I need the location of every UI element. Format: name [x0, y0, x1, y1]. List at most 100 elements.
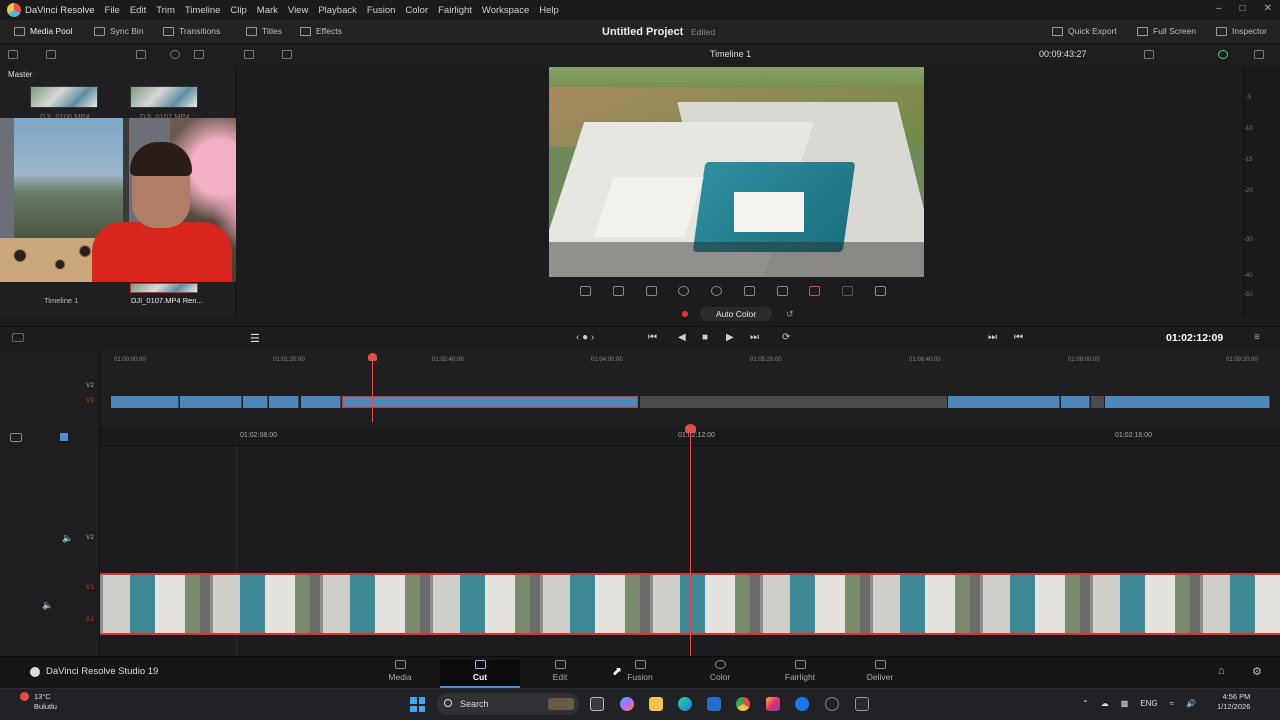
- audio-icon[interactable]: [842, 286, 853, 296]
- tray-app-icon[interactable]: ▩: [1121, 699, 1129, 708]
- menu-timeline[interactable]: Timeline: [185, 5, 221, 16]
- viewer-timeline-name[interactable]: Timeline 1: [710, 49, 751, 59]
- color-tag-icon[interactable]: [60, 433, 68, 441]
- page-fusion[interactable]: Fusion: [618, 660, 662, 682]
- store-icon[interactable]: [707, 697, 721, 711]
- menu-workspace[interactable]: Workspace: [482, 5, 529, 16]
- page-color[interactable]: Color: [698, 660, 742, 682]
- play-icon[interactable]: ▶: [726, 332, 734, 343]
- reset-icon[interactable]: ↺: [786, 309, 794, 320]
- home-icon[interactable]: ⌂: [1218, 665, 1225, 677]
- auto-color-button[interactable]: Auto Color: [700, 307, 772, 321]
- sync-icon[interactable]: [1218, 50, 1228, 59]
- page-fairlight[interactable]: Fairlight: [778, 660, 822, 682]
- timeline-options-icon[interactable]: ☰: [250, 332, 260, 345]
- page-deliver[interactable]: Deliver: [858, 660, 902, 682]
- app-taskbar-icon[interactable]: [855, 697, 869, 711]
- prev-clip-icon[interactable]: ‹ ● ›: [576, 332, 594, 343]
- menu-help[interactable]: Help: [539, 5, 559, 16]
- stabilization-icon[interactable]: [744, 286, 755, 296]
- page-cut[interactable]: Cut: [440, 660, 520, 686]
- crop-icon[interactable]: [613, 286, 624, 296]
- menu-clip[interactable]: Clip: [230, 5, 246, 16]
- clip-thumbnail[interactable]: [130, 283, 198, 293]
- composite-icon[interactable]: [678, 286, 689, 296]
- file-explorer-icon[interactable]: [649, 697, 663, 711]
- windows-start-icon[interactable]: [410, 697, 425, 712]
- stop-icon[interactable]: ■: [702, 332, 708, 343]
- task-view-icon[interactable]: [590, 697, 604, 711]
- speed-icon[interactable]: [711, 286, 722, 296]
- close-icon[interactable]: ✕: [1264, 3, 1272, 14]
- settings-gear-icon[interactable]: ⚙: [1252, 665, 1262, 678]
- track-mute-icon[interactable]: 🔈: [62, 533, 73, 544]
- next-edit-icon[interactable]: ⏭: [988, 332, 997, 343]
- instagram-icon[interactable]: [766, 697, 780, 711]
- master-bin-label[interactable]: Master: [8, 70, 32, 79]
- speaker-icon[interactable]: [1254, 50, 1264, 59]
- chrome-icon[interactable]: [736, 697, 750, 711]
- menu-color[interactable]: Color: [405, 5, 428, 16]
- timeline-clip[interactable]: [1061, 396, 1090, 408]
- tray-chevron-icon[interactable]: ⌃: [1082, 699, 1089, 708]
- viewer-mode-icon[interactable]: [1144, 50, 1154, 59]
- sort-icon[interactable]: [194, 50, 204, 59]
- transitions-button[interactable]: Transitions: [163, 26, 220, 36]
- page-edit[interactable]: Edit: [538, 660, 582, 682]
- menu-playback[interactable]: Playback: [318, 5, 357, 16]
- quick-export-button[interactable]: Quick Export: [1052, 26, 1117, 36]
- prev-edit-icon[interactable]: ⏮: [1014, 332, 1023, 343]
- clip-thumbnail[interactable]: [30, 86, 98, 108]
- effects-button[interactable]: Effects: [300, 26, 342, 36]
- timeline-gap[interactable]: [1091, 396, 1104, 408]
- menu-fairlight[interactable]: Fairlight: [438, 5, 472, 16]
- clip-icon[interactable]: [10, 433, 22, 442]
- tools-icon[interactable]: [12, 333, 24, 342]
- grid-view-icon[interactable]: [136, 50, 146, 59]
- language-indicator[interactable]: ENG: [1140, 699, 1157, 708]
- layout-icon[interactable]: [282, 50, 292, 59]
- copilot-icon[interactable]: [620, 697, 634, 711]
- menu-view[interactable]: View: [288, 5, 308, 16]
- weather-widget[interactable]: 13°C Bulutlu: [34, 692, 57, 712]
- go-to-end-icon[interactable]: ⏭: [750, 332, 759, 343]
- timeline-clip[interactable]: [1105, 396, 1270, 408]
- taskbar-search[interactable]: Search: [436, 693, 580, 715]
- timeline-clip[interactable]: [180, 396, 242, 408]
- timeline-clip-selected[interactable]: [342, 396, 638, 408]
- import-icon[interactable]: [46, 50, 56, 59]
- subtitle-icon[interactable]: [875, 286, 886, 296]
- timeline-clip[interactable]: [111, 396, 179, 408]
- resolve-taskbar-icon[interactable]: [825, 697, 839, 711]
- menu-mark[interactable]: Mark: [257, 5, 278, 16]
- playhead[interactable]: [690, 430, 691, 656]
- track-mute-icon[interactable]: 🔈: [42, 600, 53, 611]
- search-icon[interactable]: [170, 50, 180, 59]
- bin-list-icon[interactable]: [8, 50, 18, 59]
- menu-file[interactable]: File: [105, 5, 120, 16]
- media-pool-button[interactable]: Media Pool: [14, 26, 73, 36]
- timeline-clip[interactable]: [243, 396, 268, 408]
- timeline-clip[interactable]: [269, 396, 299, 408]
- timeline-clip[interactable]: [948, 396, 1060, 408]
- edge-icon[interactable]: [678, 697, 692, 711]
- minimize-icon[interactable]: –: [1216, 3, 1222, 14]
- full-screen-button[interactable]: Full Screen: [1137, 26, 1196, 36]
- menu-icon[interactable]: ≡: [1254, 332, 1260, 343]
- tray-onedrive-icon[interactable]: ☁: [1101, 699, 1109, 708]
- facebook-icon[interactable]: [795, 697, 809, 711]
- sync-bin-button[interactable]: Sync Bin: [94, 26, 144, 36]
- taskbar-clock[interactable]: 4:56 PM 1/12/2026: [1217, 692, 1250, 712]
- page-media[interactable]: Media: [378, 660, 422, 682]
- play-reverse-icon[interactable]: ◀: [678, 332, 686, 343]
- clip-thumbnail[interactable]: [130, 86, 198, 108]
- source-tape-icon[interactable]: [244, 50, 254, 59]
- maximize-icon[interactable]: □: [1240, 3, 1246, 14]
- zoom-icon[interactable]: [646, 286, 657, 296]
- playhead[interactable]: [372, 356, 373, 422]
- smart-reframe-icon[interactable]: [809, 286, 820, 296]
- timeline-clip[interactable]: [301, 396, 341, 408]
- timeline-gap[interactable]: [640, 396, 947, 408]
- loop-icon[interactable]: ⟳: [782, 332, 790, 343]
- go-to-start-icon[interactable]: ⏮: [648, 332, 657, 343]
